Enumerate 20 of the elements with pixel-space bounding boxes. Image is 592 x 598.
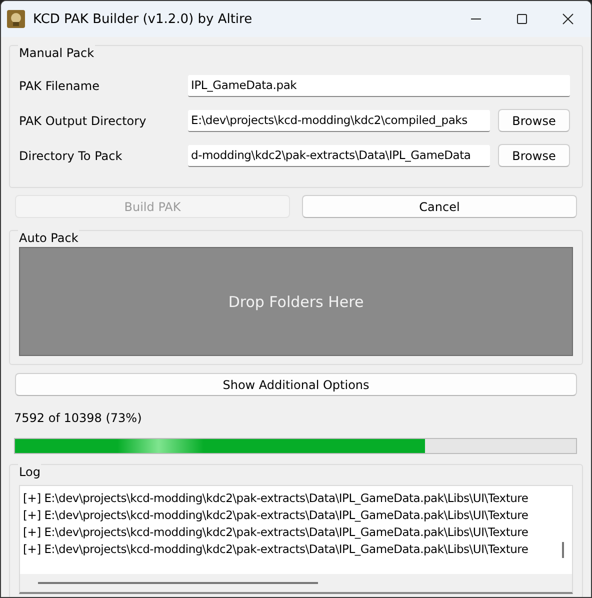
input-field[interactable]: IPL_GameData.pak (188, 74, 570, 96)
scrollbar-thumb[interactable] (38, 582, 318, 584)
group-title: Log (18, 464, 42, 480)
browse-button[interactable]: Browse (498, 109, 570, 132)
browse-button[interactable]: Browse (498, 144, 570, 167)
field-label: PAK Output Directory (19, 114, 148, 128)
field-label: PAK Filename (19, 78, 100, 92)
input-field[interactable]: E:\dev\projects\kcd-modding\kdc2\compiled_paks (188, 110, 490, 132)
window-title: KCD PAK Builder (v1.2.0) by Altire (33, 12, 254, 26)
app-logo-icon (7, 10, 25, 28)
log-line: [+] E:\dev\projects\kcd-modding\kdc2\pak-extracts\Data\IPL_GameData.pak\Libs\UI\Texture (23, 541, 528, 558)
input-field[interactable]: d-modding\kdc2\pak-extracts\Data\IPL_GameData (188, 144, 490, 166)
log-line: [+] E:\dev\projects\kcd-modding\kdc2\pak-extracts\Data\IPL_GameData.pak\Libs\UI\Texture (23, 524, 528, 541)
log-line: [+] E:\dev\projects\kcd-modding\kdc2\pak-extracts\Data\IPL_GameData.pak\Libs\UI\Texture (23, 507, 528, 524)
cancel-button[interactable]: Cancel (302, 195, 577, 218)
show-options-button[interactable]: Show Additional Options (15, 373, 577, 396)
field-label: Directory To Pack (19, 148, 124, 162)
scrollbar-thumb[interactable] (562, 542, 564, 558)
progress-text: 7592 of 10398 (73%) (14, 411, 143, 425)
log-line: [+] E:\dev\projects\kcd-modding\kdc2\pak-extracts\Data\IPL_GameData.pak\Libs\UI\Texture (23, 490, 528, 507)
